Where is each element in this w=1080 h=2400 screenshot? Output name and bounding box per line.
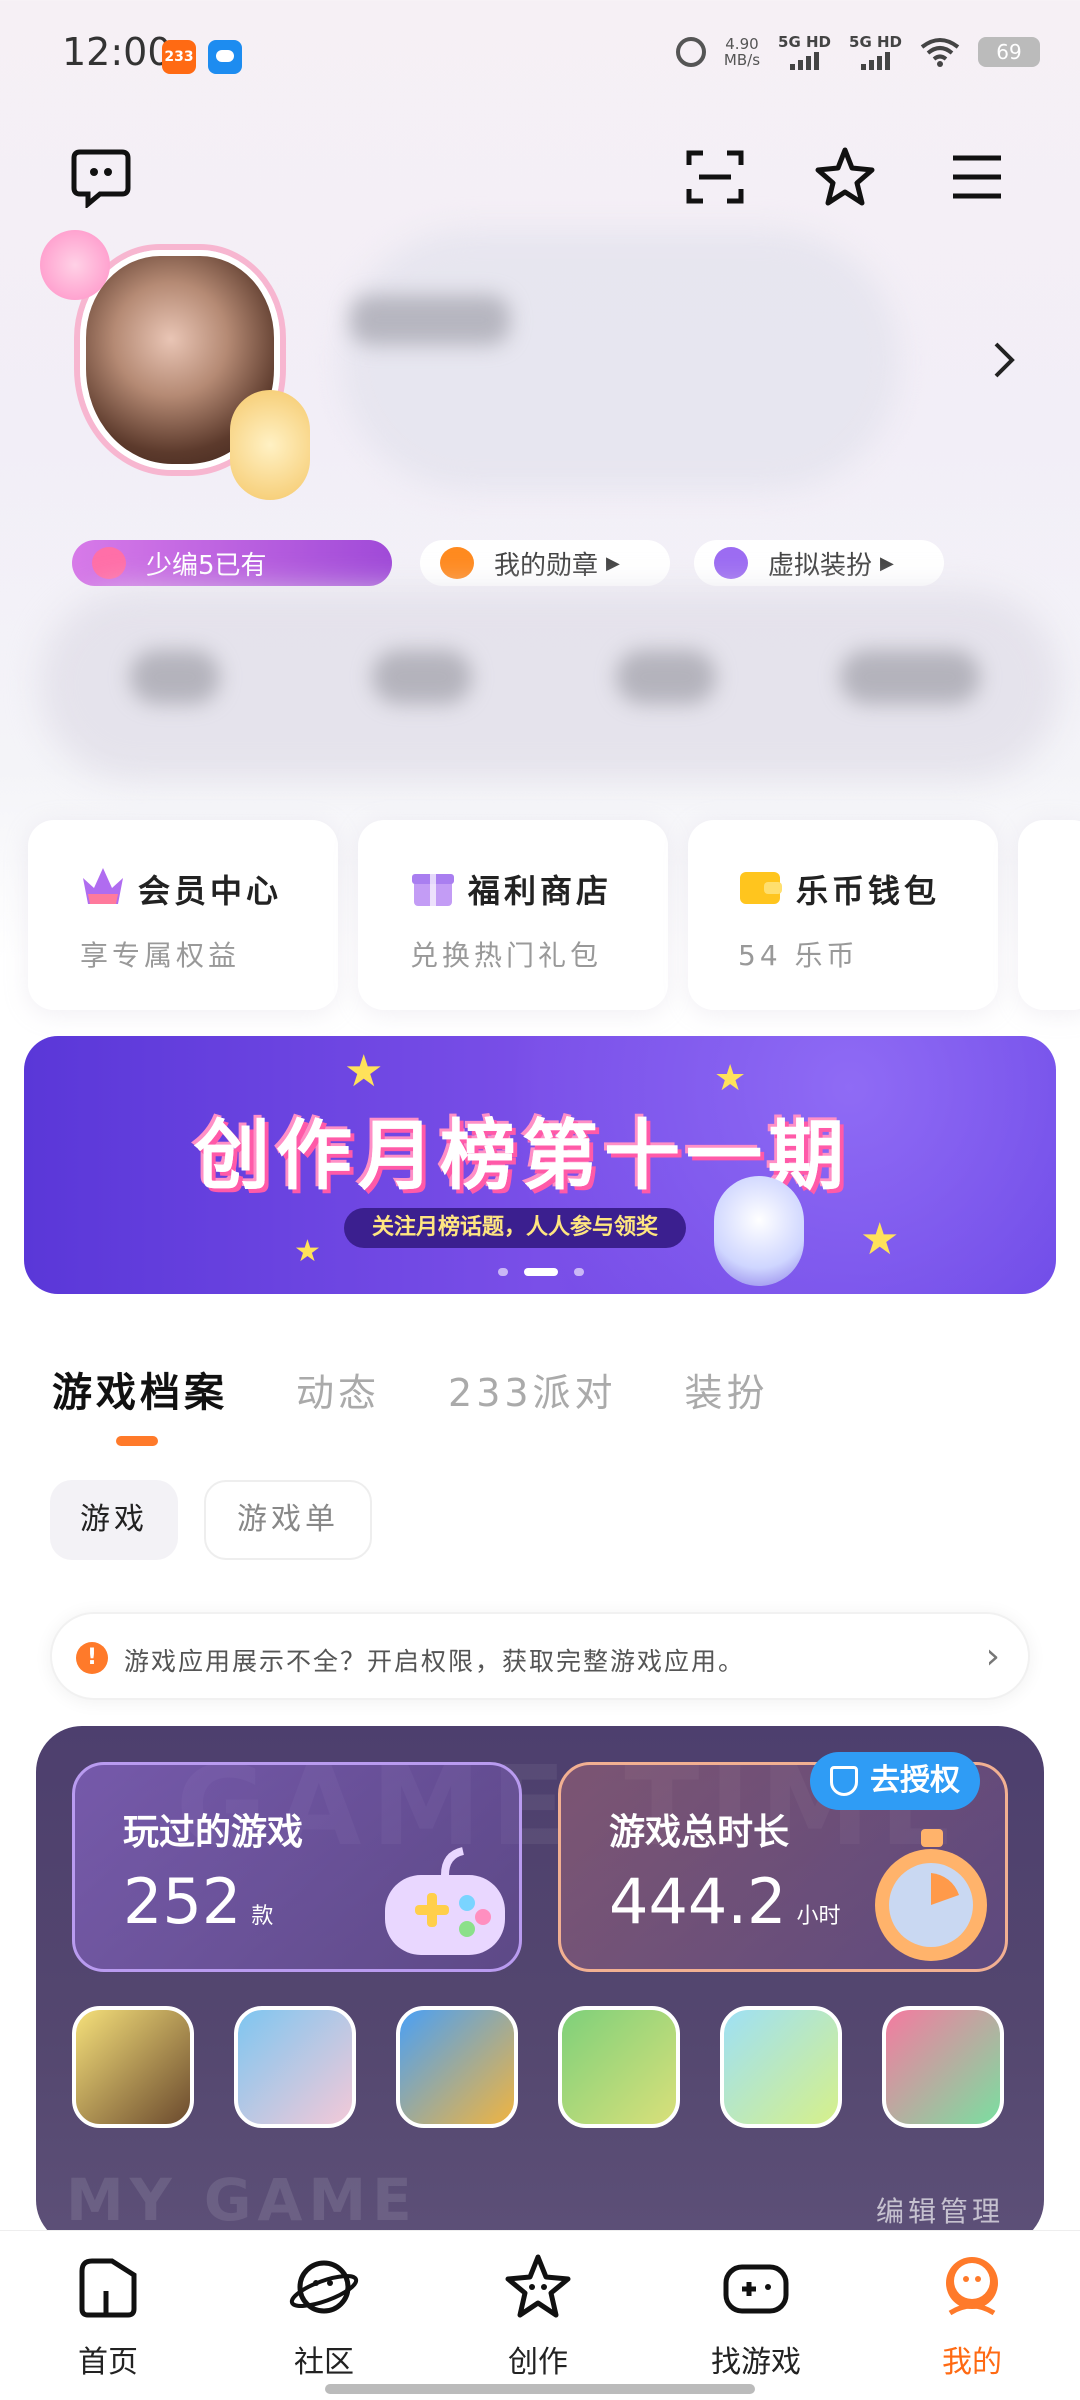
avatar-frame[interactable] [40,220,310,510]
play-time-value: 444.2 [609,1865,787,1938]
message-icon[interactable] [66,142,136,212]
shield-icon [830,1766,858,1796]
chevron-right-icon[interactable] [992,340,1016,380]
crown-icon [83,868,123,904]
app-233-icon: 233 [162,40,196,74]
star-icon[interactable] [810,142,880,212]
star-deco-icon: ★ [714,1058,747,1099]
scan-icon[interactable] [680,142,750,212]
alarm-icon [675,37,706,67]
card-coin-wallet[interactable]: 乐币钱包 54 乐币 [688,820,998,1010]
nav-create[interactable]: 创作 [458,2251,618,2381]
chip-vip[interactable]: 少编5已有 [72,540,392,586]
pill-game-lists[interactable]: 游戏单 [204,1480,372,1560]
stat-blurred[interactable] [372,650,472,704]
bg-watermark-text: MY GAME [66,2166,418,2234]
tab-outfit[interactable]: 装扮 [685,1362,769,1417]
edit-manage-button[interactable]: 编辑管理 [876,2190,1004,2230]
game-icon[interactable] [882,2006,1004,2128]
star-deco-icon: ★ [860,1214,900,1265]
cat-icon [714,547,748,579]
wifi-icon [920,38,960,67]
game-icon[interactable] [396,2006,518,2128]
gift-icon [412,874,454,906]
played-games-card[interactable]: 玩过的游戏 252 款 [72,1762,522,1972]
game-icon[interactable] [558,2006,680,2128]
signal-bars-icon [849,52,902,70]
cake-sticker-icon [40,230,110,300]
carousel-dot [498,1268,508,1276]
carousel-dot-active [524,1268,558,1276]
tab-game-archive[interactable]: 游戏档案 [52,1360,228,1418]
card-more[interactable] [1018,820,1080,1010]
chip-outfit[interactable]: 虚拟装扮 ▶ [694,540,944,586]
nav-find-games[interactable]: 找游戏 [676,2251,836,2381]
recent-games [72,2006,1004,2128]
chevron-right-icon: › [985,1636,1000,1677]
stopwatch-icon [875,1829,987,1961]
bottom-nav: 首页 社区 创作 找游戏 我的 [0,2230,1080,2400]
stat-blurred[interactable] [130,650,220,704]
nav-community[interactable]: 社区 [244,2251,404,2381]
authorize-button[interactable]: 去授权 [810,1752,980,1810]
play-arrow-icon: ▶ [606,552,620,574]
warning-icon: ! [76,1642,108,1674]
chip-medals[interactable]: 我的勋章 ▶ [420,540,670,586]
mascot-icon [714,1176,804,1286]
signal-2: 5G HD [849,34,902,70]
wallet-icon [740,872,782,904]
doll-sticker-icon [230,390,310,500]
status-time: 12:00 [62,30,172,74]
home-indicator[interactable] [325,2384,755,2394]
heart-icon [92,547,126,579]
star-create-icon [505,2254,571,2318]
bot-app-icon [208,40,242,74]
medal-icon [440,547,474,579]
pill-games[interactable]: 游戏 [50,1480,178,1560]
played-value: 252 [123,1865,242,1938]
planet-icon [289,2260,359,2314]
profile-face-icon [946,2257,998,2316]
permission-notice[interactable]: ! 游戏应用展示不全？开启权限，获取完整游戏应用。 › [50,1612,1030,1700]
signal-bars-icon [778,52,831,70]
star-deco-icon: ★ [344,1046,384,1097]
network-speed: 4.90 MB/s [723,35,761,69]
username-blurred [350,295,510,345]
banner-subtitle: 关注月榜话题，人人参与领奖 [344,1208,687,1248]
game-icon[interactable] [720,2006,842,2128]
play-arrow-icon: ▶ [880,552,894,574]
signal-1: 5G HD [778,34,831,70]
star-deco-icon: ★ [294,1234,321,1269]
game-icon[interactable] [72,2006,194,2128]
nav-mine[interactable]: 我的 [892,2251,1052,2381]
menu-icon[interactable] [942,142,1012,212]
profile-info-blurred [340,230,900,490]
nav-home[interactable]: 首页 [28,2251,188,2381]
status-bar: 12:00 233 4.90 MB/s 5G HD 5G HD 69 [0,0,1080,110]
gamepad-icon [385,1847,505,1955]
carousel-dot [574,1268,584,1276]
battery-icon: 69 [978,37,1040,67]
game-icon[interactable] [234,2006,356,2128]
tab-indicator [116,1436,158,1446]
stat-blurred[interactable] [616,650,716,704]
banner-carousel[interactable]: ★ ★ ★ ★ 创作月榜第十一期 关注月榜话题，人人参与领奖 [24,1036,1056,1294]
stat-blurred[interactable] [840,650,980,704]
home-icon [79,2258,137,2318]
profile-tabs: 游戏档案 动态 233派对 装扮 [52,1360,769,1418]
card-welfare-store[interactable]: 福利商店 兑换热门礼包 [358,820,668,1010]
gamepad-nav-icon [723,2264,789,2314]
tab-233-party[interactable]: 233派对 [448,1362,617,1417]
tab-activity[interactable]: 动态 [296,1362,380,1417]
card-vip-center[interactable]: 会员中心 享专属权益 [28,820,338,1010]
